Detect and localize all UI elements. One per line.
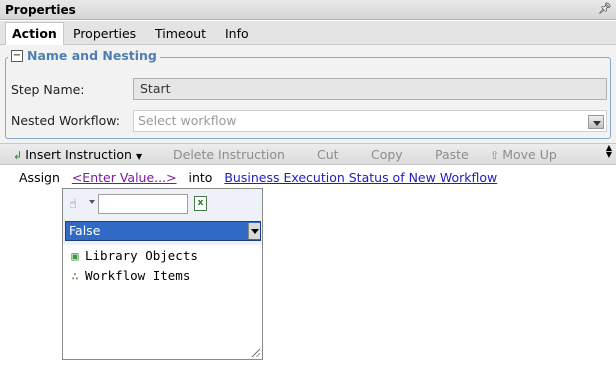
chevron-down-icon[interactable] <box>588 115 604 129</box>
caret-down-icon[interactable] <box>89 200 95 204</box>
arrow-up-icon: ⇧ <box>490 149 500 162</box>
tree-item-label: Workflow Items <box>85 268 191 283</box>
tab-bar: Action Properties Timeout Info <box>0 21 616 46</box>
delete-instruction-button[interactable]: Delete Instruction <box>173 147 285 162</box>
insert-icon: ↲ <box>13 149 23 162</box>
nested-workflow-select[interactable]: Select workflow <box>133 110 607 132</box>
panel-title: Properties <box>5 3 76 17</box>
nested-workflow-placeholder: Select workflow <box>138 113 237 128</box>
selected-value: False <box>69 223 101 238</box>
step-name-field[interactable]: Start <box>133 78 607 100</box>
tab-info[interactable]: Info <box>219 23 255 45</box>
step-name-label: Step Name: <box>11 82 85 97</box>
properties-title-bar: Properties 📌︎ <box>0 0 616 20</box>
tab-timeout[interactable]: Timeout <box>149 23 212 45</box>
value-picker-popup: ☝ x False ▣ Library Objects ∴ Workflow I… <box>62 188 263 360</box>
nested-workflow-label: Nested Workflow: <box>11 113 120 128</box>
move-up-label: Move Up <box>502 147 557 162</box>
popup-toolbar: ☝ x <box>63 189 262 219</box>
pin-icon[interactable]: 📌︎ <box>598 2 612 15</box>
paste-button[interactable]: Paste <box>435 147 469 162</box>
boolean-value-select[interactable]: False <box>65 221 261 241</box>
excel-icon[interactable]: x <box>194 196 207 211</box>
instruction-toolbar: ↲ Insert Instruction ▼ Delete Instruction… <box>0 143 616 165</box>
value-tree: ▣ Library Objects ∴ Workflow Items <box>63 245 262 359</box>
target-field-link[interactable]: Business Execution Status of New Workflo… <box>224 170 497 185</box>
tree-item-label: Library Objects <box>85 248 198 263</box>
instruction-verb: Assign <box>19 170 60 185</box>
enter-value-link[interactable]: <Enter Value...> <box>72 170 177 185</box>
tab-action[interactable]: Action <box>5 22 64 46</box>
workflow-items-icon: ∴ <box>71 268 79 283</box>
toolbar-scroll-icon[interactable]: ▲ ▼ <box>604 144 614 159</box>
group-title: Name and Nesting <box>27 48 157 63</box>
name-and-nesting-section: − Name and Nesting Step Name: Start Nest… <box>0 45 616 143</box>
tab-properties[interactable]: Properties <box>67 23 142 45</box>
search-input[interactable] <box>98 194 188 214</box>
instruction-connector: into <box>188 170 213 185</box>
library-objects-icon: ▣ <box>71 248 79 263</box>
tree-item-workflow-items[interactable]: ∴ Workflow Items <box>68 268 190 283</box>
instruction-row: Assign <Enter Value...> into Business Ex… <box>19 170 497 185</box>
copy-button[interactable]: Copy <box>371 147 403 162</box>
group-legend: − Name and Nesting <box>8 48 160 63</box>
collapse-button[interactable]: − <box>11 49 23 62</box>
pointer-hand-icon[interactable]: ☝ <box>69 197 77 212</box>
chevron-down-icon[interactable] <box>248 223 260 239</box>
chevron-down-icon: ▼ <box>135 152 143 161</box>
insert-instruction-button[interactable]: ↲ Insert Instruction ▼ <box>13 147 142 162</box>
tree-item-library-objects[interactable]: ▣ Library Objects <box>68 248 198 263</box>
cut-button[interactable]: Cut <box>317 147 339 162</box>
insert-instruction-label: Insert Instruction <box>25 147 132 162</box>
move-up-button[interactable]: ⇧ Move Up <box>490 147 557 162</box>
